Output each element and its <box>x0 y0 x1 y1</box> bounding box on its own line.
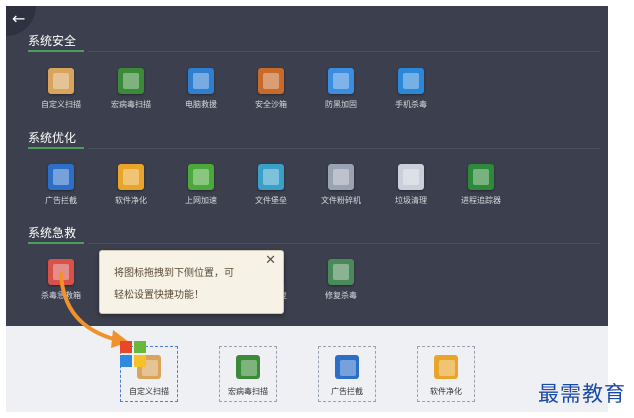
watermark: 最需教育 <box>538 382 626 406</box>
windows-logo-icon[interactable] <box>120 341 146 367</box>
arrow-left-icon: ← <box>12 9 26 28</box>
tool-label: 文件粉碎机 <box>321 196 361 205</box>
section-underline <box>28 242 84 244</box>
trash-icon <box>398 164 424 190</box>
phone-icon <box>398 68 424 94</box>
tool-label: 上网加速 <box>185 196 217 205</box>
shredder-icon <box>328 164 354 190</box>
section-divider <box>88 148 600 149</box>
tool-label: 软件净化 <box>115 196 147 205</box>
tool-label: 电脑救援 <box>185 100 217 109</box>
macro-virus-icon <box>236 355 260 379</box>
shortcut-label: 软件净化 <box>430 387 462 396</box>
shortcut-slot[interactable]: 宏病毒扫描 <box>219 346 277 402</box>
tool-label: 修复杀毒 <box>325 291 357 300</box>
section-underline <box>28 50 84 52</box>
tool-tile[interactable]: 电脑救援 <box>168 68 234 110</box>
shield-bolt-icon <box>328 68 354 94</box>
tool-label: 自定义扫描 <box>41 100 81 109</box>
layers-icon <box>118 164 144 190</box>
tool-label: 防黑加固 <box>325 100 357 109</box>
tool-tile[interactable]: 修复杀毒 <box>308 259 374 301</box>
rocket-icon <box>188 164 214 190</box>
shortcut-label: 自定义扫描 <box>129 387 169 396</box>
tool-tile[interactable]: 上网加速 <box>168 164 234 206</box>
section-divider <box>88 51 600 52</box>
drag-hint-tooltip: 将图标拖拽到下侧位置，可 轻松设置快捷功能！ ✕ <box>99 250 284 314</box>
sandbox-icon <box>258 68 284 94</box>
tool-label: 手机杀毒 <box>395 100 427 109</box>
tool-tile[interactable]: 手机杀毒 <box>378 68 444 110</box>
tool-tile[interactable]: 安全沙箱 <box>238 68 304 110</box>
close-icon[interactable]: ✕ <box>265 253 276 268</box>
section-divider <box>88 243 600 244</box>
ad-block-icon <box>335 355 359 379</box>
shortcut-label: 宏病毒扫描 <box>228 387 268 396</box>
tool-tile[interactable]: 垃圾清理 <box>378 164 444 206</box>
tool-label: 宏病毒扫描 <box>111 100 151 109</box>
shortcut-slot[interactable]: 广告拦截 <box>318 346 376 402</box>
tool-tile[interactable]: 防黑加固 <box>308 68 374 110</box>
section-underline <box>28 147 84 149</box>
tool-tile[interactable]: 进程追踪器 <box>448 164 514 206</box>
tool-label: 安全沙箱 <box>255 100 287 109</box>
layers-icon <box>434 355 458 379</box>
tool-label: 文件堡垒 <box>255 196 287 205</box>
section-title-optimize: 系统优化 <box>28 131 77 145</box>
tooltip-line-2: 轻松设置快捷功能！ <box>114 290 204 301</box>
tool-label: 垃圾清理 <box>395 196 427 205</box>
shortcut-slot[interactable]: 软件净化 <box>417 346 475 402</box>
macro-virus-icon <box>118 68 144 94</box>
section-title-rescue: 系统急救 <box>28 226 77 240</box>
shortcut-label: 广告拦截 <box>331 387 363 396</box>
magnifier-scan-icon <box>48 68 74 94</box>
tool-tile[interactable]: 文件堡垒 <box>238 164 304 206</box>
ad-block-icon <box>48 164 74 190</box>
shield-check-icon <box>328 259 354 285</box>
rescue-icon <box>188 68 214 94</box>
file-vault-icon <box>258 164 284 190</box>
tool-tile[interactable]: 自定义扫描 <box>28 68 94 110</box>
tooltip-line-1: 将图标拖拽到下侧位置，可 <box>114 268 234 279</box>
tool-label: 进程追踪器 <box>461 196 501 205</box>
section-title-security: 系统安全 <box>28 34 77 48</box>
tool-tile[interactable]: 广告拦截 <box>28 164 94 206</box>
tool-label: 广告拦截 <box>45 196 77 205</box>
tool-tile[interactable]: 宏病毒扫描 <box>98 68 164 110</box>
tool-tile[interactable]: 文件粉碎机 <box>308 164 374 206</box>
monitor-icon <box>468 164 494 190</box>
tool-tile[interactable]: 软件净化 <box>98 164 164 206</box>
